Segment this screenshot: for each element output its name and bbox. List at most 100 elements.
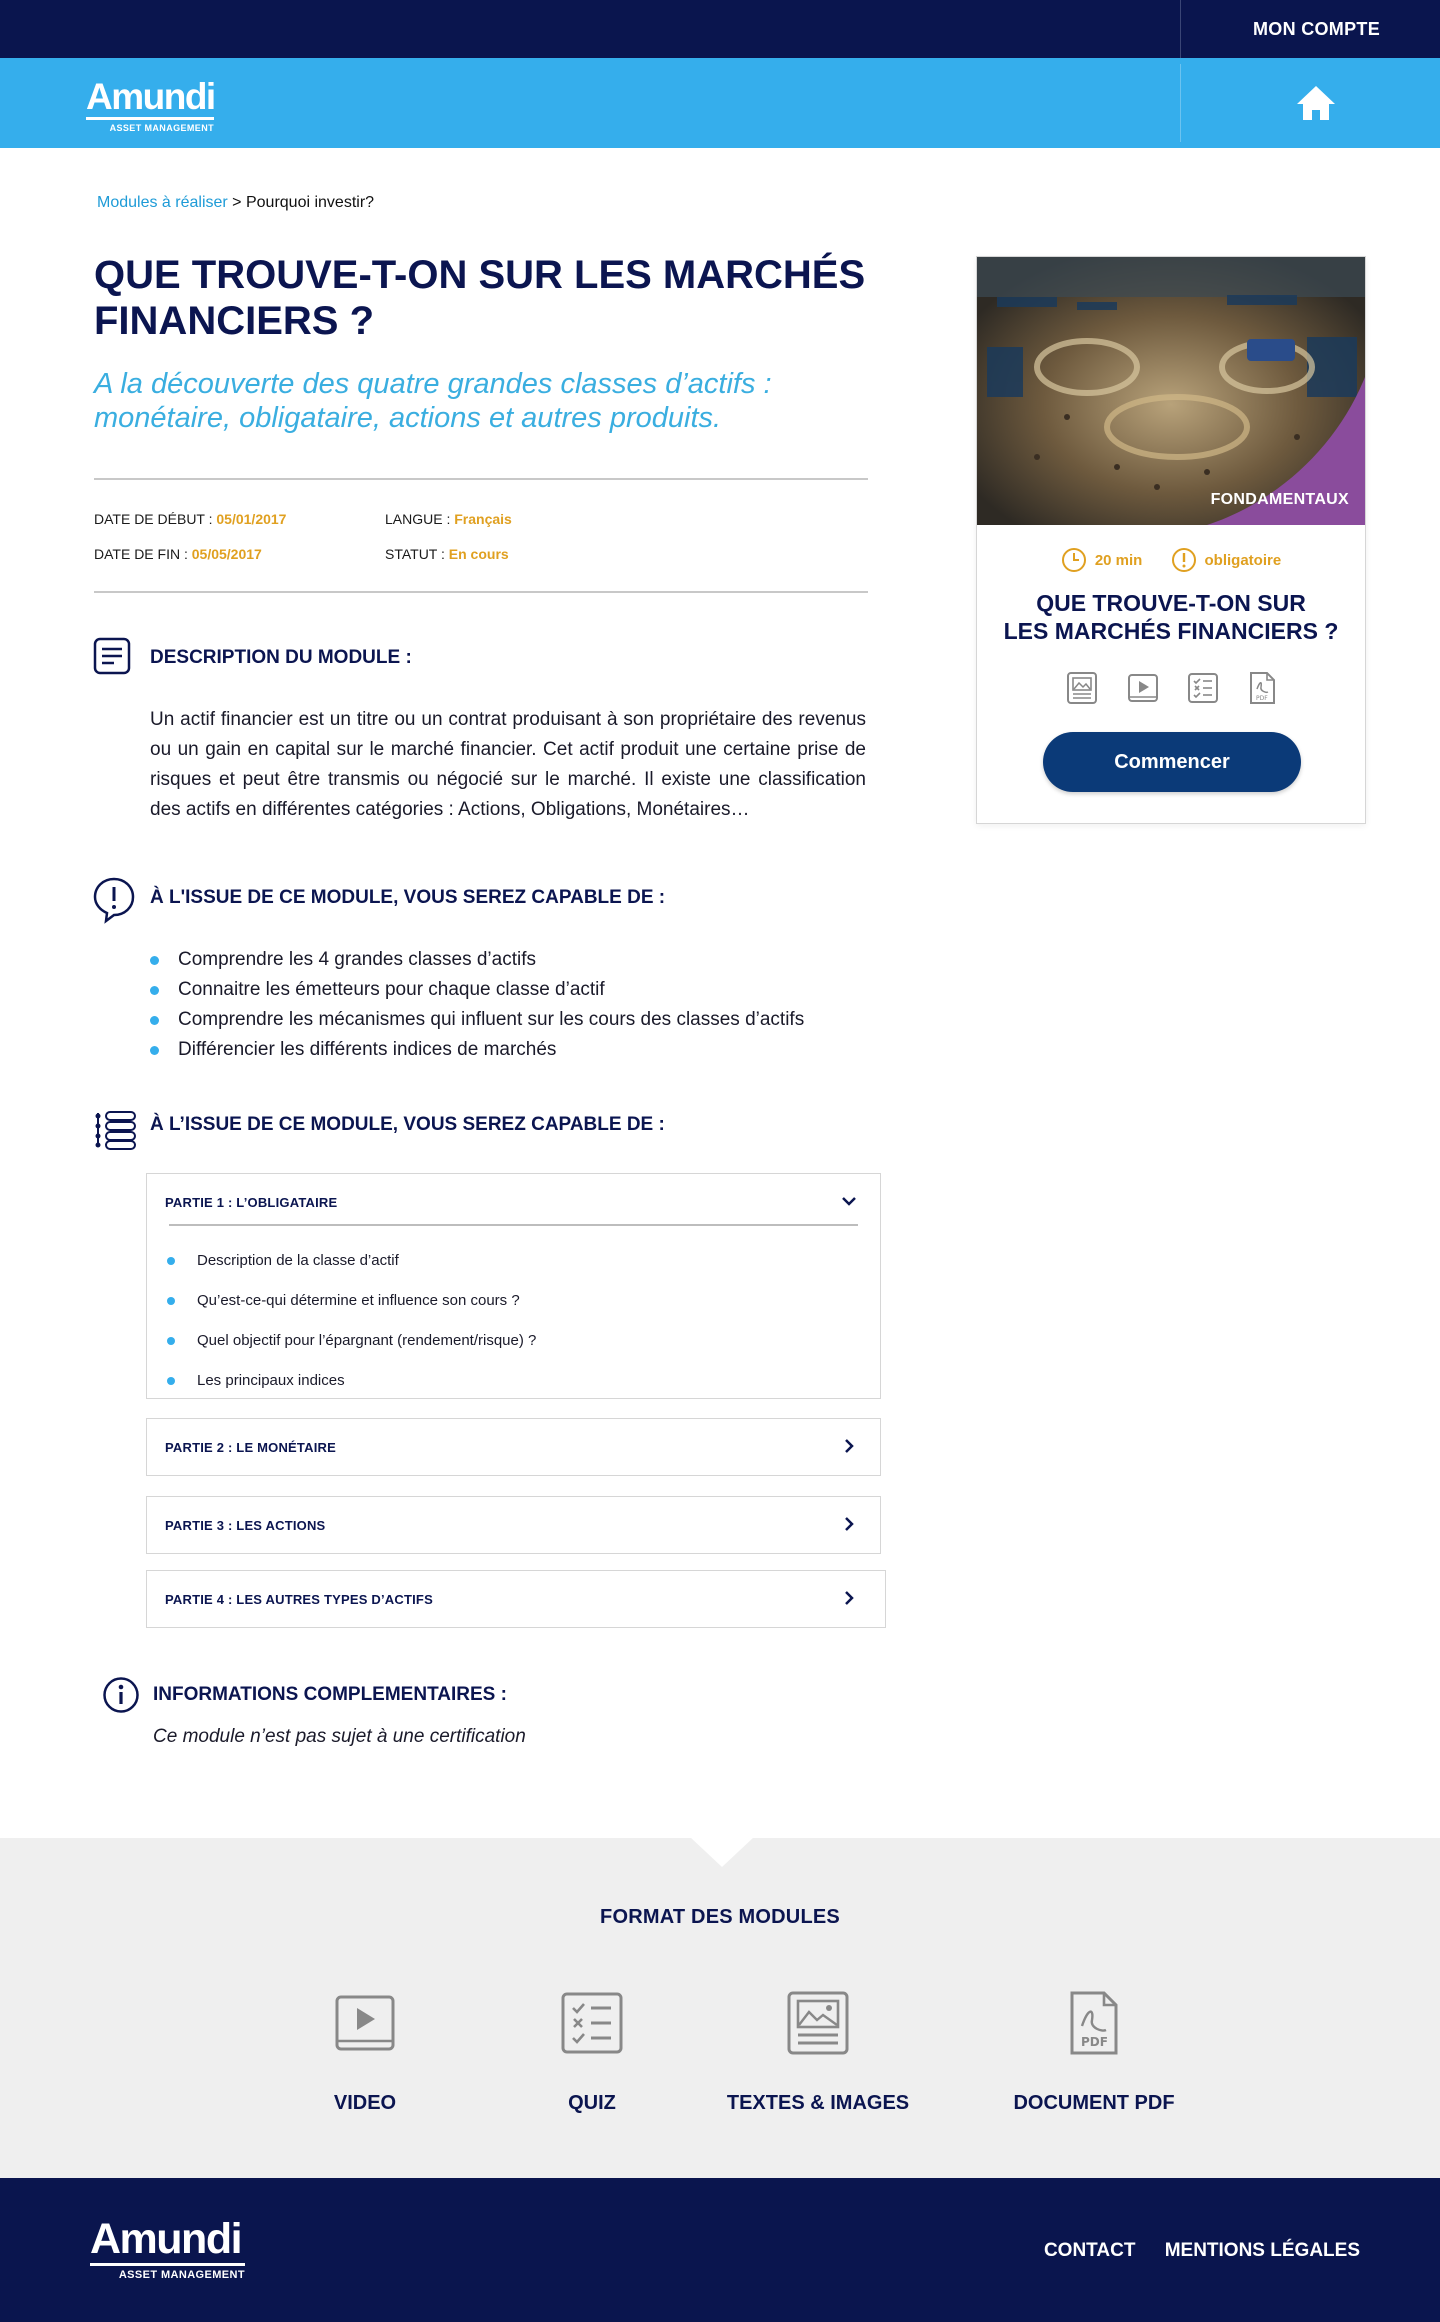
exclamation-circle-icon (1171, 548, 1196, 572)
meta-divider-bottom (94, 591, 868, 593)
chevron-right-icon[interactable] (840, 1589, 858, 1607)
meta-status-value: En cours (448, 546, 509, 562)
home-icon[interactable] (1295, 84, 1337, 122)
breadcrumb-current: Pourquoi investir? (245, 194, 375, 211)
info-title: INFORMATIONS COMPLEMENTAIRES : (153, 1684, 507, 1705)
logo-wordmark: Amundi (90, 2215, 243, 2263)
objective-item: Différencier les différents indices de m… (150, 1035, 804, 1065)
chevron-down-icon[interactable] (840, 1192, 858, 1210)
info-icon (103, 1677, 139, 1713)
svg-text:PDF: PDF (1256, 695, 1268, 702)
breadcrumb-separator: > (227, 194, 246, 211)
info-text: Ce module n’est pas sujet à une certific… (153, 1726, 526, 1747)
svg-text:PDF: PDF (1081, 2035, 1108, 2049)
meta-start-value: 05/01/2017 (216, 511, 287, 527)
header-divider (1180, 64, 1181, 142)
format-text-images: TEXTES & IMAGES (698, 1988, 938, 2115)
breadcrumb-link-modules[interactable]: Modules à réaliser (97, 194, 228, 211)
section-notch (690, 1837, 754, 1867)
meta-status-label: STATUT : (385, 546, 449, 562)
footer-links: CONTACT MENTIONS LÉGALES (1020, 2240, 1360, 2262)
card-title-line2: LES MARCHÉS FINANCIERS ? (1003, 618, 1339, 644)
card-category: FONDAMENTAUX (1210, 491, 1349, 508)
list-icon (95, 1111, 136, 1150)
footer: Amundi ASSET MANAGEMENT CONTACT MENTIONS… (0, 2178, 1440, 2322)
accordion-item: Description de la classe d’actif (167, 1241, 880, 1281)
accordion-items: Description de la classe d’actif Qu’est-… (147, 1229, 880, 1401)
accordion-item: Qu’est-ce-qui détermine et influence son… (167, 1281, 880, 1321)
accordion-label: PARTIE 3 : LES ACTIONS (165, 1518, 326, 1533)
text-image-icon (787, 1991, 849, 2055)
my-account-link[interactable]: MON COMPTE (1253, 19, 1380, 40)
video-icon (335, 1995, 395, 2051)
accordion-header[interactable]: PARTIE 2 : LE MONÉTAIRE (147, 1419, 880, 1474)
pdf-icon: PDF (1070, 1991, 1118, 2055)
meta-lang-label: LANGUE : (385, 511, 455, 527)
meta-start-label: DATE DE DÉBUT : (94, 511, 217, 527)
document-icon (93, 637, 131, 675)
description-text: Un actif financier est un titre ou un co… (150, 709, 866, 820)
format-label: DOCUMENT PDF (1013, 2092, 1175, 2114)
video-icon (1127, 673, 1159, 708)
meta-end-label: DATE DE FIN : (94, 546, 192, 562)
card-format-icons: PDF (977, 671, 1365, 710)
chevron-right-icon[interactable] (840, 1437, 858, 1455)
page-title: QUE TROUVE-T-ON SUR LES MARCHÉS FINANCIE… (94, 253, 866, 343)
text-image-icon (1066, 671, 1098, 710)
accordion-divider (169, 1224, 858, 1226)
card-title: QUE TROUVE-T-ON SUR LES MARCHÉS FINANCIE… (977, 589, 1365, 645)
logo-tagline: ASSET MANAGEMENT (118, 2269, 245, 2281)
meta-status: STATUT : En cours (385, 546, 509, 562)
start-button[interactable]: Commencer (1043, 732, 1301, 792)
contact-link[interactable]: CONTACT (1044, 2240, 1135, 2261)
amundi-logo[interactable]: Amundi ASSET MANAGEMENT (86, 76, 216, 133)
format-label: VIDEO (333, 2092, 397, 2114)
duration-badge: 20 min (1061, 547, 1143, 573)
accordion-item: Les principaux indices (167, 1361, 880, 1401)
formats-section: FORMAT DES MODULES VIDEO QUIZ TEXTES & I… (0, 1837, 1440, 2178)
format-quiz: QUIZ (472, 1988, 712, 2115)
meta-end-date: DATE DE FIN : 05/05/2017 (94, 546, 262, 562)
top-bar: MON COMPTE (0, 0, 1440, 58)
format-label: QUIZ (568, 2092, 616, 2114)
objectives-title: À L'ISSUE DE CE MODULE, VOUS SEREZ CAPAB… (150, 887, 666, 908)
accordion-part-2[interactable]: PARTIE 2 : LE MONÉTAIRE (146, 1418, 881, 1476)
breadcrumb: Modules à réaliser > Pourquoi investir? (97, 194, 374, 212)
accordion-label: PARTIE 4 : LES AUTRES TYPES D’ACTIFS (165, 1592, 433, 1607)
duration-value: 20 min (1094, 551, 1143, 569)
footer-logo[interactable]: Amundi ASSET MANAGEMENT (90, 2218, 245, 2281)
clock-icon (1061, 548, 1086, 572)
program-title: À L’ISSUE DE CE MODULE, VOUS SEREZ CAPAB… (150, 1114, 665, 1135)
page-subtitle: A la découverte des quatre grandes class… (94, 368, 772, 434)
objectives-list: Comprendre les 4 grandes classes d’actif… (150, 945, 804, 1065)
accordion-header[interactable]: PARTIE 4 : LES AUTRES TYPES D’ACTIFS (147, 1571, 885, 1626)
accordion-part-4[interactable]: PARTIE 4 : LES AUTRES TYPES D’ACTIFS (146, 1570, 886, 1628)
objective-item: Comprendre les 4 grandes classes d’actif… (150, 945, 804, 975)
logo-wordmark: Amundi (86, 76, 216, 117)
topbar-divider (1180, 0, 1181, 58)
quiz-icon (1187, 672, 1219, 709)
exclamation-bubble-icon (93, 877, 135, 924)
accordion-item: Quel objectif pour l’épargnant (rendemen… (167, 1321, 880, 1361)
objective-item: Connaitre les émetteurs pour chaque clas… (150, 975, 804, 1005)
accordion-header[interactable]: PARTIE 3 : LES ACTIONS (147, 1497, 880, 1552)
format-label: TEXTES & IMAGES (726, 2092, 910, 2114)
chevron-right-icon[interactable] (840, 1515, 858, 1533)
accordion-header[interactable]: PARTIE 1 : L’OBLIGATAIRE (147, 1174, 880, 1229)
requirement-value: obligatoire (1204, 551, 1282, 569)
pdf-icon: PDF (1248, 671, 1276, 710)
description-title: DESCRIPTION DU MODULE : (150, 647, 412, 668)
trading-floor-image (977, 257, 1365, 525)
accordion-label: PARTIE 2 : LE MONÉTAIRE (165, 1440, 336, 1455)
header: Amundi ASSET MANAGEMENT (0, 58, 1440, 148)
accordion-part-3[interactable]: PARTIE 3 : LES ACTIONS (146, 1496, 881, 1554)
meta-divider-top (94, 478, 868, 480)
legal-link[interactable]: MENTIONS LÉGALES (1165, 2240, 1360, 2261)
format-video: VIDEO (245, 1988, 485, 2115)
format-pdf: PDF DOCUMENT PDF (974, 1988, 1214, 2115)
card-badges: 20 min obligatoire (977, 547, 1365, 577)
logo-tagline: ASSET MANAGEMENT (109, 123, 214, 133)
card-title-line1: QUE TROUVE-T-ON SUR (1036, 590, 1306, 616)
meta-language: LANGUE : Français (385, 511, 512, 527)
accordion-label: PARTIE 1 : L’OBLIGATAIRE (165, 1195, 338, 1210)
